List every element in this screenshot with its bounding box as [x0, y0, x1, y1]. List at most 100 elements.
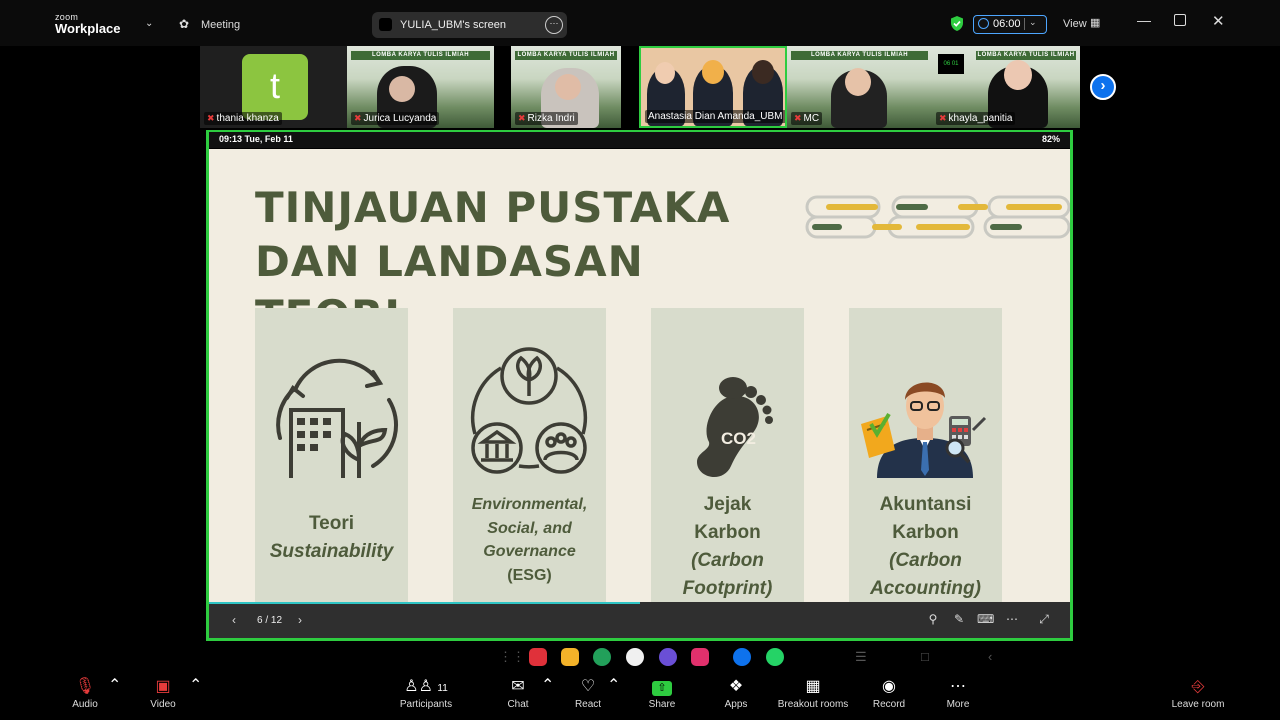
meeting-toolbar: 🎙 Audio ⌃ ▣ Video ⌃ ♙♙ 11 Participants ✉… — [0, 672, 1280, 720]
chain-decoration-icon — [805, 195, 1070, 239]
participant-name: MC — [803, 113, 820, 124]
video-options-chevron-icon[interactable]: ⌃ — [189, 675, 202, 695]
phone-app-icon[interactable] — [593, 648, 611, 666]
share-screen-icon: ⇧ — [652, 681, 672, 696]
participant-tile[interactable]: LOMBA KARYA TULIS ILMIAH ✖ MC — [787, 46, 932, 128]
next-slide-icon[interactable]: › — [298, 613, 302, 627]
breakout-rooms-icon: ▦ — [805, 678, 821, 695]
zoom-in-icon[interactable]: ⚲ — [925, 611, 941, 627]
meeting-paw-icon: ✿ — [179, 17, 190, 31]
flipboard-app-icon[interactable] — [529, 648, 547, 666]
participants-count: 11 — [437, 683, 448, 694]
muted-mic-icon: ✖ — [939, 113, 947, 123]
home-icon[interactable]: □ — [921, 649, 929, 664]
previous-slide-icon[interactable]: ‹ — [232, 613, 236, 627]
instagram-app-icon[interactable] — [691, 648, 709, 666]
participants-button[interactable]: ♙♙ 11 Participants — [396, 675, 456, 710]
share-options-icon[interactable]: ⋯ — [545, 16, 563, 34]
competition-banner: LOMBA KARYA TULIS ILMIAH — [791, 51, 928, 60]
next-participants-button[interactable]: › — [1090, 74, 1116, 100]
pen-annotate-icon[interactable]: ✎ — [951, 611, 967, 627]
avatar: t — [242, 54, 308, 120]
record-button[interactable]: ◉ Record — [868, 675, 910, 710]
audio-options-chevron-icon[interactable]: ⌃ — [108, 675, 121, 695]
accountant-icon — [861, 382, 987, 478]
topic-card-carbon-accounting: Akuntansi Karbon (Carbon Accounting) — [849, 308, 1002, 602]
competition-banner: LOMBA KARYA TULIS ILMIAH — [976, 51, 1076, 60]
more-icon: ⋯ — [950, 678, 966, 695]
restore-window-icon[interactable] — [1174, 14, 1186, 26]
react-button[interactable]: ♡ React — [570, 675, 606, 710]
participant-tile[interactable]: LOMBA KARYA TULIS ILMIAH 06 01 ✖ khayla_p… — [932, 46, 1080, 128]
muted-mic-icon: ✖ — [518, 113, 526, 123]
leave-room-button[interactable]: ⎆ Leave room — [1166, 675, 1230, 710]
participants-icon: ♙♙ — [404, 678, 433, 695]
react-options-chevron-icon[interactable]: ⌃ — [607, 675, 620, 695]
messages-app-icon[interactable] — [626, 648, 644, 666]
muted-mic-icon: ✖ — [207, 113, 215, 123]
clock-overlay: 06 01 — [938, 54, 964, 74]
presentation-slide: TINJAUAN PUSTAKA DAN LANDASAN TEORI — [209, 149, 1070, 602]
card-title: Akuntansi — [879, 494, 972, 515]
video-off-icon: ▣ — [155, 678, 171, 695]
video-button[interactable]: ▣ Video — [140, 675, 186, 710]
title-bar: zoom Workplace ⌄ ✿ Meeting YULIA_UBM's s… — [0, 0, 1280, 46]
zoom-app-icon[interactable] — [733, 648, 751, 666]
share-button[interactable]: ⇧ Share — [644, 675, 680, 710]
meeting-label[interactable]: Meeting — [201, 19, 240, 31]
participant-name: Rizka Indri — [527, 113, 575, 124]
apps-icon: ❖ — [728, 678, 744, 695]
leave-door-icon: ⎆ — [1191, 678, 1205, 695]
more-button[interactable]: ⋯ More — [940, 675, 976, 710]
more-options-icon[interactable]: ⋯ — [1004, 611, 1020, 627]
close-window-icon[interactable]: ✕ — [1212, 12, 1225, 30]
participant-tile-active-speaker[interactable]: Anastasia Dian Amanda_UBM — [639, 46, 787, 128]
participant-tile[interactable]: LOMBA KARYA TULIS ILMIAH ✖ Jurica Lucyand… — [347, 46, 494, 128]
participant-strip: t ✖ thania khanza LOMBA KARYA TULIS ILMIA… — [200, 46, 1080, 128]
heart-icon: ♡ — [580, 678, 596, 695]
participant-tile[interactable]: LOMBA KARYA TULIS ILMIAH ✖ Rizka Indri — [511, 46, 621, 128]
exit-fullscreen-icon[interactable]: ⤢ — [1036, 611, 1052, 627]
browser-app-icon[interactable] — [659, 648, 677, 666]
apps-button[interactable]: ❖ Apps — [718, 675, 754, 710]
muted-mic-icon: ✖ — [354, 113, 362, 123]
slide-control-bar: ‹ 6 / 12 › ⚲ ✎ ⌨ ⋯ ⤢ — [209, 602, 1070, 638]
device-battery: 82% — [1041, 134, 1060, 144]
co2-label: CO2 — [721, 429, 756, 448]
recent-apps-icon[interactable]: ☰ — [855, 649, 867, 665]
zoom-workplace-logo: Workplace — [55, 21, 121, 36]
app-menu-chevron-icon[interactable]: ⌄ — [145, 18, 153, 29]
participant-tile[interactable]: t ✖ thania khanza — [200, 46, 347, 128]
shared-screen-label: YULIA_UBM's screen — [400, 19, 507, 31]
whatsapp-app-icon[interactable] — [766, 648, 784, 666]
encryption-shield-icon[interactable] — [949, 15, 965, 32]
meeting-timer[interactable]: 06:00 ⌄ — [973, 15, 1047, 34]
screen-share-indicator[interactable]: YULIA_UBM's screen ⋯ — [372, 12, 567, 38]
device-status-bar: 09:13 Tue, Feb 11 82% — [209, 132, 1070, 148]
muted-mic-icon: ✖ — [794, 113, 802, 123]
minimize-icon[interactable]: — — [1137, 12, 1151, 28]
audio-button[interactable]: 🎙 Audio — [62, 675, 108, 710]
competition-banner: LOMBA KARYA TULIS ILMIAH — [515, 51, 617, 60]
chevron-right-icon: › — [1100, 77, 1106, 94]
view-button[interactable]: View — [1063, 18, 1087, 30]
topic-card-carbon-footprint: CO2 Jejak Karbon (Carbon Footprint) — [651, 308, 804, 602]
breakout-rooms-button[interactable]: ▦ Breakout rooms — [770, 675, 856, 710]
view-grid-icon[interactable]: ▦ — [1090, 16, 1100, 29]
sustainable-city-icon — [276, 358, 399, 478]
timer-chevron-icon[interactable]: ⌄ — [1029, 17, 1037, 28]
participant-name: Anastasia Dian Amanda_UBM — [648, 111, 783, 122]
chat-options-chevron-icon[interactable]: ⌃ — [541, 675, 554, 695]
slide-progress-bar — [209, 602, 640, 604]
competition-banner: LOMBA KARYA TULIS ILMIAH — [351, 51, 490, 60]
app-drawer-icon[interactable]: ⋮⋮ — [499, 649, 525, 665]
chat-button[interactable]: ✉ Chat — [500, 675, 536, 710]
keyboard-icon[interactable]: ⌨ — [977, 611, 994, 627]
esg-cycle-icon — [470, 347, 588, 474]
chat-icon: ✉ — [511, 678, 525, 695]
folder-app-icon[interactable] — [561, 648, 579, 666]
back-icon[interactable]: ‹ — [988, 649, 992, 664]
participant-name: khayla_panitia — [948, 113, 1013, 124]
muted-mic-icon: 🎙 — [74, 678, 96, 695]
device-dock: ⋮⋮ ☰ □ ‹ — [209, 641, 1070, 673]
